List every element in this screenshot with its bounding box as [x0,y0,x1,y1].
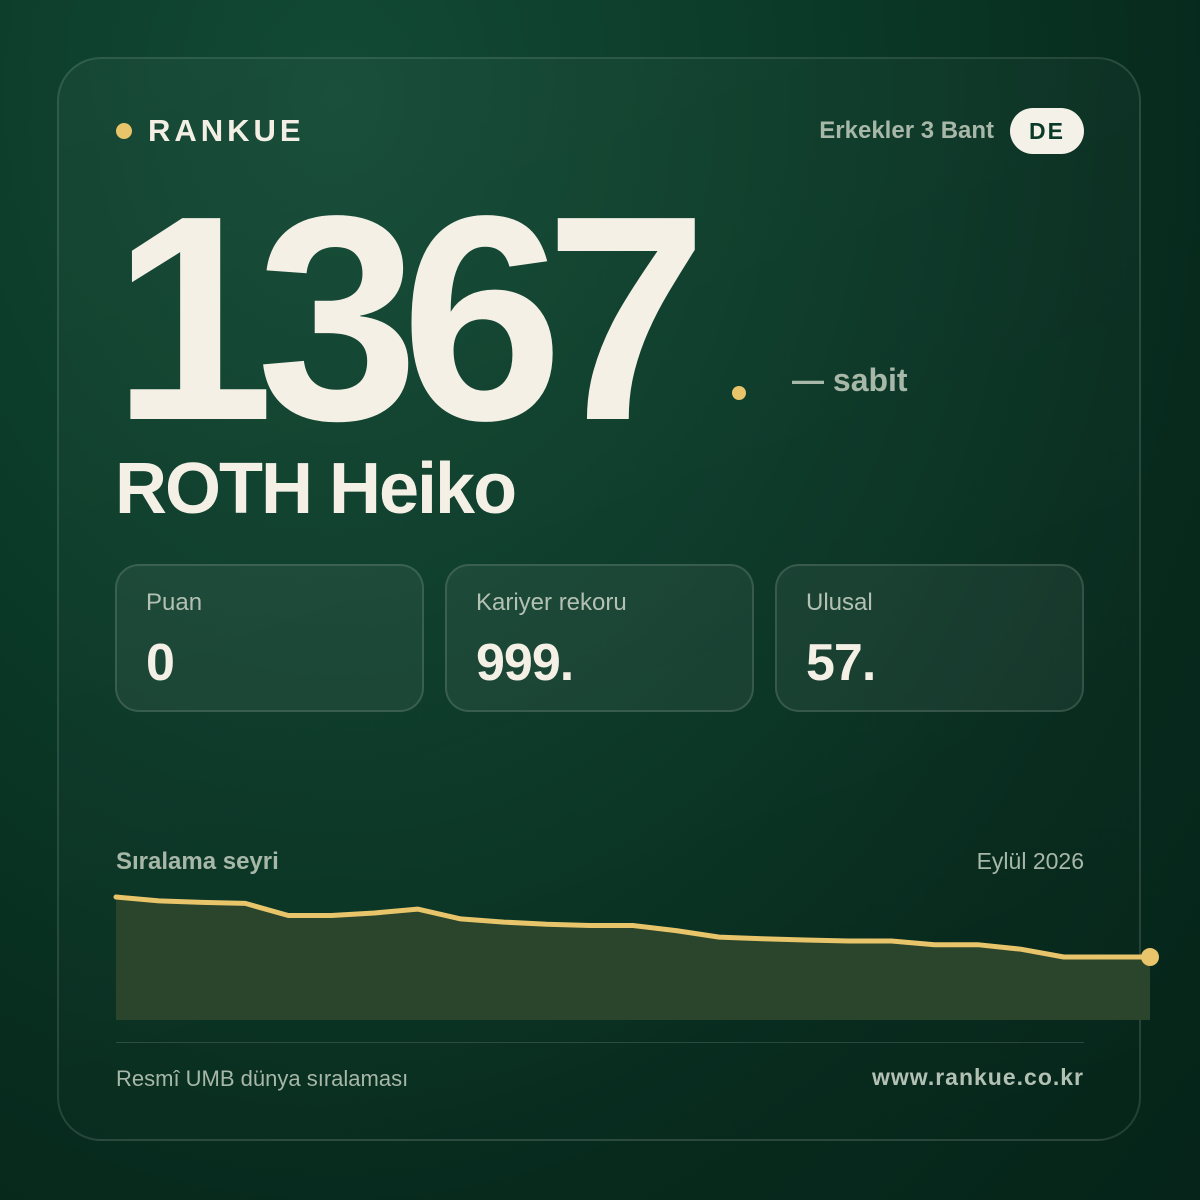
rating-dot-icon [732,386,746,400]
player-name: ROTH Heiko [115,449,517,529]
rating-change: — sabit [792,362,908,398]
country-badge: DE [1010,108,1084,154]
stat-label: Puan [146,589,203,616]
stat-card-career-best: Kariyer rekoru 999. [445,564,754,712]
category: Erkekler 3 Bant DE [819,108,1084,154]
rating-value: 1367 [112,155,708,481]
stat-label: Ulusal [806,589,873,616]
trend-date: Eylül 2026 [976,848,1084,874]
stat-card-points: Puan 0 [115,564,424,712]
stat-value: 999. [476,634,574,692]
stat-value: 57. [806,634,876,692]
brand-name: RANKUE [148,113,305,148]
footer-url[interactable]: www.rankue.co.kr [872,1064,1084,1091]
trend-current-point [1141,948,1159,967]
stat-value: 0 [146,634,175,692]
footer-source: Resmî UMB dünya sıralaması [116,1066,409,1091]
category-label: Erkekler 3 Bant [819,117,995,144]
stat-card-national: Ulusal 57. [775,564,1084,712]
brand-dot-icon [116,123,132,139]
trend-title: Sıralama seyri [116,848,279,875]
stat-label: Kariyer rekoru [476,589,627,616]
footer-divider [116,1042,1084,1043]
brand: RANKUE [116,112,305,150]
